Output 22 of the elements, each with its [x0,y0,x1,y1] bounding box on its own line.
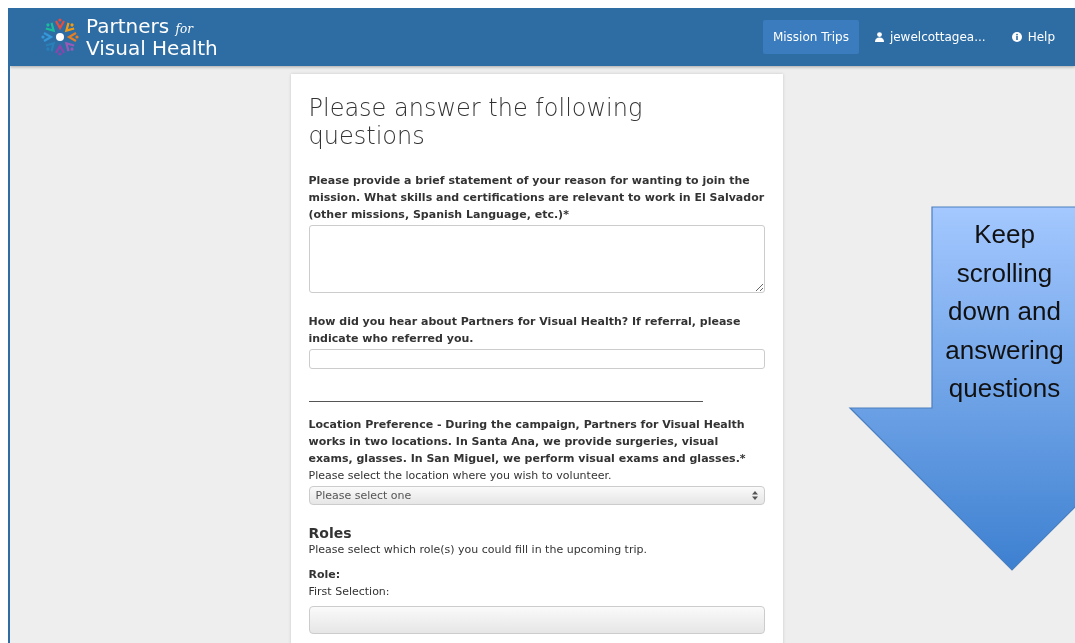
nav-link[interactable]: Help [1001,20,1065,54]
help-text: Please select which role(s) you could fill in the upcoming trip. [308,542,648,558]
info-icon [1011,32,1022,42]
answer-textarea[interactable] [308,225,765,294]
nav-link[interactable]: Mission Trips [762,20,859,54]
question-label: How did you hear about Partners for Visual Health? If referral, please indicate who referred you. [308,314,742,348]
logo-icon [40,17,80,57]
form-title: Please answer the following questions [308,94,644,150]
answer-input[interactable] [308,349,765,369]
sort-icon [751,490,758,500]
help-text: First Selection: [308,584,391,600]
question-label: Role: [308,567,342,583]
role-select[interactable] [308,606,765,634]
help-text: Please select the location where you wish to volunteer. [308,467,613,484]
question-label: Location Preference - During the campaign, Partners for Visual Health works in two locations. In Santa Ana, we provide surgeries, visual exams, glasses. In San Miguel, we perform visual exams and glasses.* [308,416,747,467]
user-icon [874,32,884,42]
question-label: Please provide a brief statement of your reason for wanting to join the mission. What skills and certifications are relevant to work in El Salvador (other missions, Spanish Language, etc.)* [308,173,765,223]
nav-link[interactable]: jewelcottagea... [864,20,996,54]
section-heading: Roles [308,525,353,541]
callout-text: Keep scrolling down and answering questions [944,218,1065,405]
location-select[interactable]: Please select one [308,485,765,505]
logo-text: Partners for Visual Health [86,16,218,58]
